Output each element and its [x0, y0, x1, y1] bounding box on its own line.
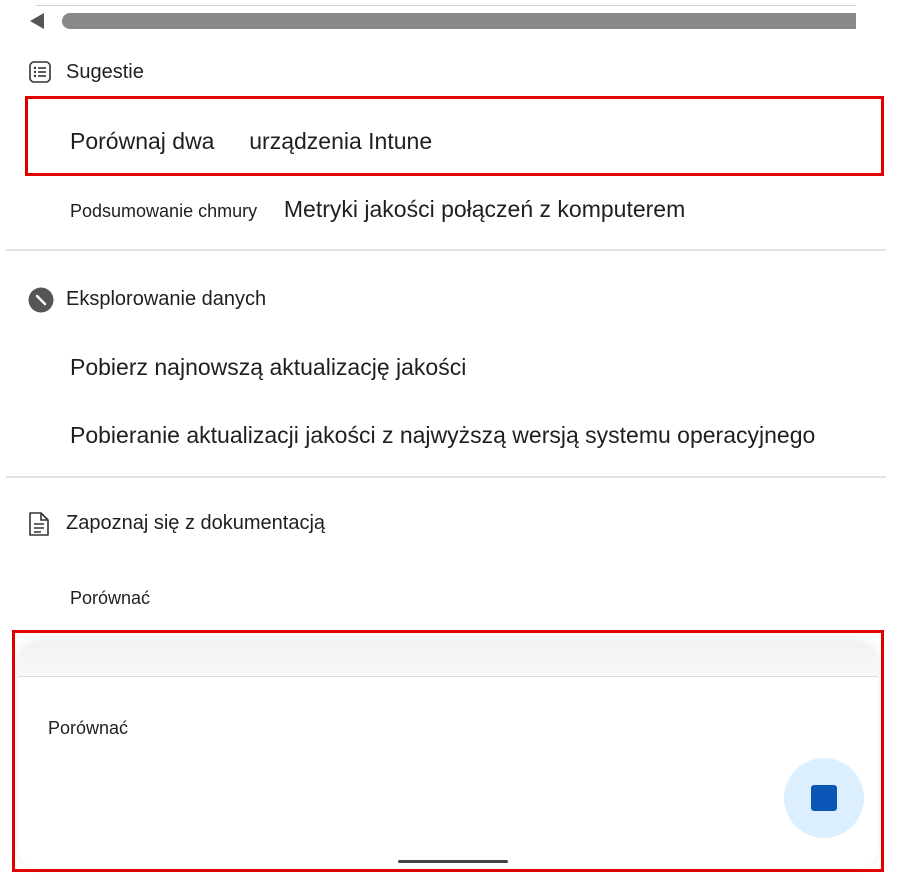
section-docs-title: Zapoznaj się z dokumentacją	[66, 511, 326, 534]
section-divider	[6, 249, 886, 251]
section-suggestions-title: Sugestie	[66, 60, 144, 83]
composer-divider	[18, 676, 878, 677]
stop-generating-button[interactable]	[784, 758, 864, 838]
section-explore-title: Eksplorowanie danych	[66, 287, 267, 310]
scroll-left-arrow-icon[interactable]	[30, 13, 44, 29]
section-explore-header: Eksplorowanie danych	[28, 287, 267, 313]
stop-icon	[811, 785, 837, 811]
suggestion-text-part1: Podsumowanie chmury	[70, 201, 258, 221]
horizontal-scrollbar[interactable]	[6, 0, 856, 32]
explore-item-latest-quality-update[interactable]: Pobierz najnowszą aktualizację jakości	[70, 354, 466, 381]
suggestion-cloud-summary[interactable]: Podsumowanie chmury Metryki jakości połą…	[70, 196, 685, 223]
list-icon	[28, 60, 52, 84]
composer-card: Porównać	[18, 642, 878, 868]
compass-icon	[28, 287, 54, 313]
scrollbar-track-line	[36, 5, 856, 6]
composer-bottom-handle	[398, 860, 508, 863]
section-divider	[6, 476, 886, 478]
section-docs-header: Zapoznaj się z dokumentacją	[28, 511, 326, 536]
scrollbar-thumb[interactable]	[62, 13, 856, 29]
document-icon	[28, 511, 52, 536]
section-suggestions-header: Sugestie	[28, 60, 144, 84]
chat-composer: Porównać	[12, 630, 884, 872]
composer-header-area	[18, 642, 878, 676]
suggestion-text-part2: Metryki jakości połączeń z komputerem	[283, 196, 686, 222]
explore-item-quality-update-highest-os[interactable]: Pobieranie aktualizacji jakości z najwyż…	[70, 422, 815, 449]
composer-input[interactable]: Porównać	[48, 718, 128, 739]
docs-item-compare[interactable]: Porównać	[70, 588, 150, 609]
highlight-box-suggestion	[25, 96, 884, 176]
